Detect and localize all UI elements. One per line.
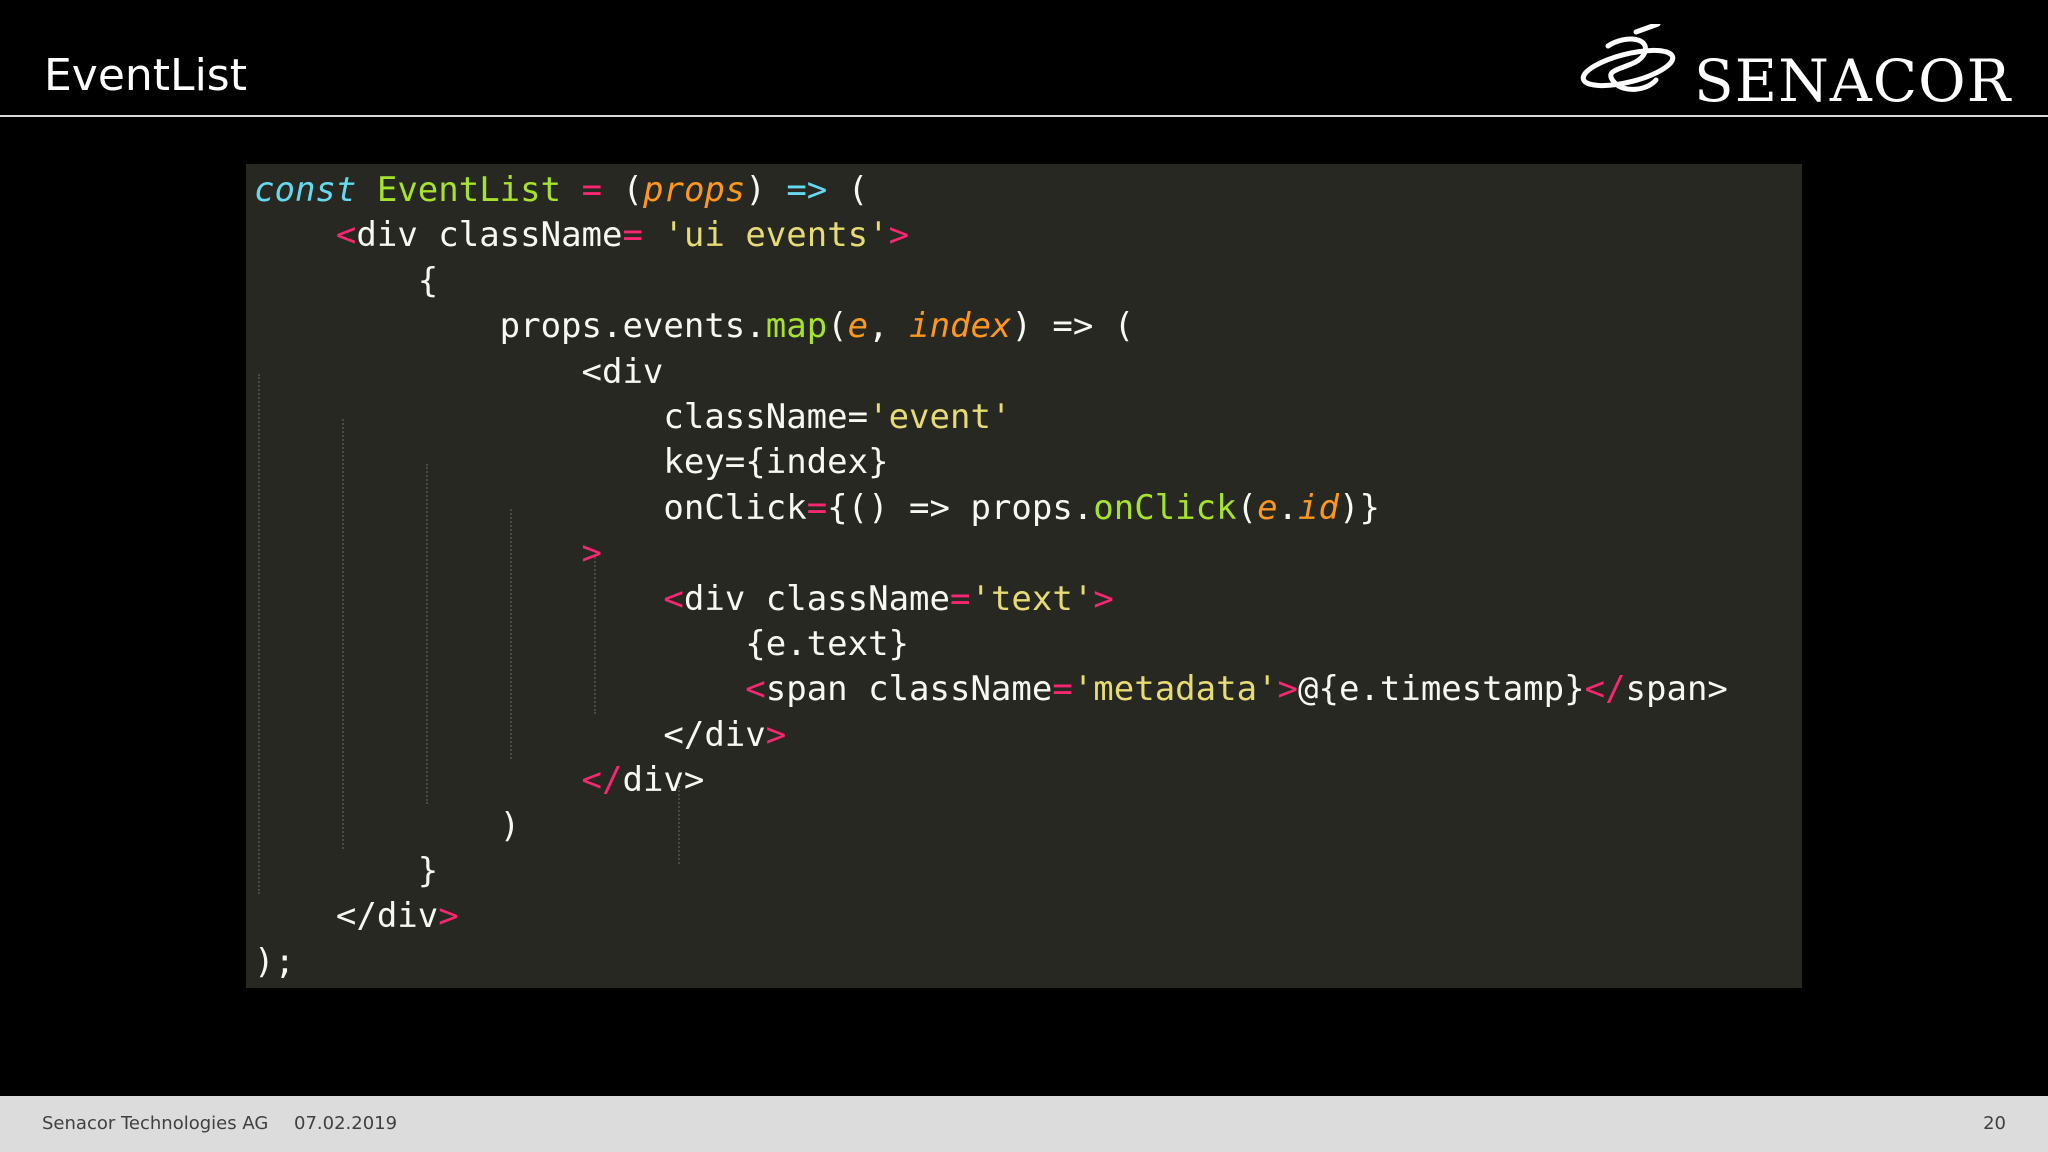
code-line: > <box>254 531 602 576</box>
code-token: EventList <box>376 170 562 210</box>
code-token: , <box>868 306 910 347</box>
code-line: <div <box>254 350 664 395</box>
code-token: < <box>335 215 357 256</box>
code-token: > <box>765 714 787 755</box>
code-line: onClick={() => props.onClick(e.id)} <box>254 486 1380 531</box>
code-line: </div> <box>254 758 705 803</box>
code-line: ); <box>254 940 295 985</box>
code-token: 'event' <box>868 397 1012 437</box>
code-token: 'text' <box>970 578 1094 619</box>
code-token: ( <box>602 170 643 210</box>
code-token: = <box>622 215 643 256</box>
code-token: = <box>581 170 603 210</box>
code-token: ) <box>254 805 521 846</box>
footer-date: 07.02.2019 <box>294 1113 398 1134</box>
code-token: </ <box>1584 669 1626 710</box>
code-line: </div> <box>254 713 786 758</box>
code-token: = <box>1052 669 1073 710</box>
code-token: span className <box>765 669 1053 710</box>
code-token: <div <box>254 351 664 392</box>
code-line: } <box>254 849 438 894</box>
code-token: index <box>909 306 1012 347</box>
code-token: ( <box>827 170 869 210</box>
code-token: onClick <box>254 487 807 528</box>
senacor-wordmark: SENACOR <box>1694 47 2012 115</box>
code-token: 'ui events' <box>663 215 889 256</box>
slide-footer: Senacor Technologies AG 07.02.2019 20 <box>0 1096 2048 1152</box>
code-line: <div className='text'> <box>254 577 1114 622</box>
code-token: } <box>254 851 439 891</box>
code-token: > <box>581 533 602 574</box>
code-line: const EventList = (props) => ( <box>254 168 868 213</box>
code-line: { <box>254 259 438 304</box>
code-token: < <box>745 669 766 710</box>
code-line: {e.text} <box>254 622 909 667</box>
code-line: ) <box>254 804 520 849</box>
code-token: > <box>1093 578 1114 619</box>
header-divider <box>0 115 2048 117</box>
code-token: e <box>847 306 869 347</box>
code-snippet-panel: const EventList = (props) => ( <div clas… <box>246 164 1802 988</box>
code-token: = <box>806 487 828 528</box>
code-token: > <box>438 896 459 937</box>
code-line: </div> <box>254 894 459 939</box>
code-token: )} <box>1338 487 1380 528</box>
footer-company: Senacor Technologies AG <box>42 1113 269 1134</box>
code-token: > <box>1277 669 1299 710</box>
code-token: onClick <box>1093 487 1237 528</box>
code-token: {e.text} <box>254 624 910 664</box>
code-token: </div <box>254 714 766 755</box>
code-token: div> <box>622 760 705 801</box>
code-token: span> <box>1625 669 1728 710</box>
code-token: < <box>663 578 684 619</box>
code-token: div className <box>683 578 950 619</box>
code-token: </div <box>254 896 439 937</box>
code-token: ) => ( <box>1011 306 1135 347</box>
code-token: id <box>1298 487 1339 528</box>
code-token: = <box>950 578 971 619</box>
senacor-emblem-icon <box>1580 24 1676 92</box>
code-line: key={index} <box>254 440 889 485</box>
code-token: => <box>786 170 828 210</box>
code-token: . <box>1277 487 1299 528</box>
code-token: {() => props. <box>827 487 1094 528</box>
code-token: props.events. <box>254 306 766 347</box>
code-line: <span className='metadata'>@{e.timestamp… <box>254 667 1728 712</box>
code-token: key={index} <box>254 442 889 483</box>
code-token: @{e.timestamp} <box>1298 669 1585 710</box>
code-token: 'metadata' <box>1072 669 1278 710</box>
code-token: props <box>643 170 746 210</box>
code-token: className= <box>254 397 869 437</box>
code-line: <div className= 'ui events'> <box>254 213 909 258</box>
slide-title: EventList <box>44 50 247 101</box>
code-line: className='event' <box>254 395 1011 440</box>
code-token: </ <box>581 760 623 801</box>
code-token: div className <box>356 215 623 256</box>
code-token: e <box>1257 487 1278 528</box>
code-token: ( <box>1236 487 1258 528</box>
page-number: 20 <box>1983 1113 2006 1134</box>
code-token: map <box>765 306 828 347</box>
senacor-logo: SENACOR <box>1578 24 2018 115</box>
code-line: props.events.map(e, index) => ( <box>254 304 1135 349</box>
code-token: const <box>254 170 357 210</box>
code-token: > <box>888 215 910 256</box>
code-token: { <box>254 260 439 301</box>
code-token: ); <box>254 941 295 982</box>
code-token: ( <box>827 306 848 347</box>
code-token: ) <box>745 170 787 210</box>
